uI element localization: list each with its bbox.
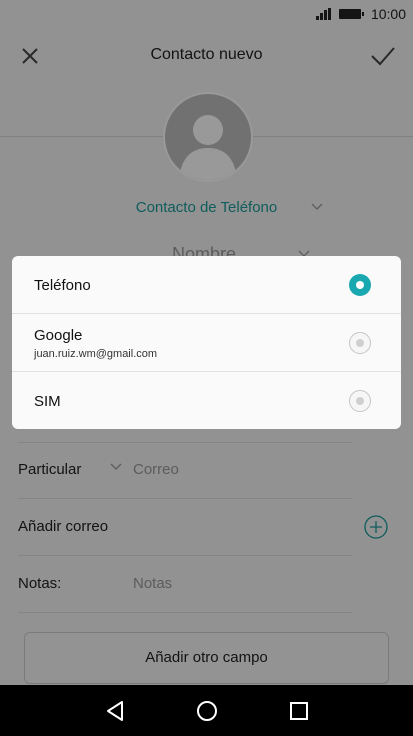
radio-unselected-icon[interactable]: [349, 332, 371, 354]
account-picker-dialog: Teléfono Google juan.ruiz.wm@gmail.com S…: [12, 256, 401, 429]
option-sublabel: juan.ruiz.wm@gmail.com: [34, 348, 158, 360]
option-label: SIM: [34, 393, 61, 410]
option-telefono[interactable]: Teléfono: [12, 256, 401, 314]
radio-selected-icon[interactable]: [349, 274, 371, 296]
recents-icon[interactable]: [286, 698, 312, 724]
back-icon[interactable]: [102, 698, 128, 724]
option-label: Google: [34, 327, 83, 344]
option-google[interactable]: Google juan.ruiz.wm@gmail.com: [12, 313, 401, 372]
option-sim[interactable]: SIM: [12, 371, 401, 429]
radio-unselected-icon[interactable]: [349, 390, 371, 412]
home-icon[interactable]: [194, 698, 220, 724]
navigation-bar: [0, 685, 413, 736]
option-label: Teléfono: [34, 277, 91, 294]
